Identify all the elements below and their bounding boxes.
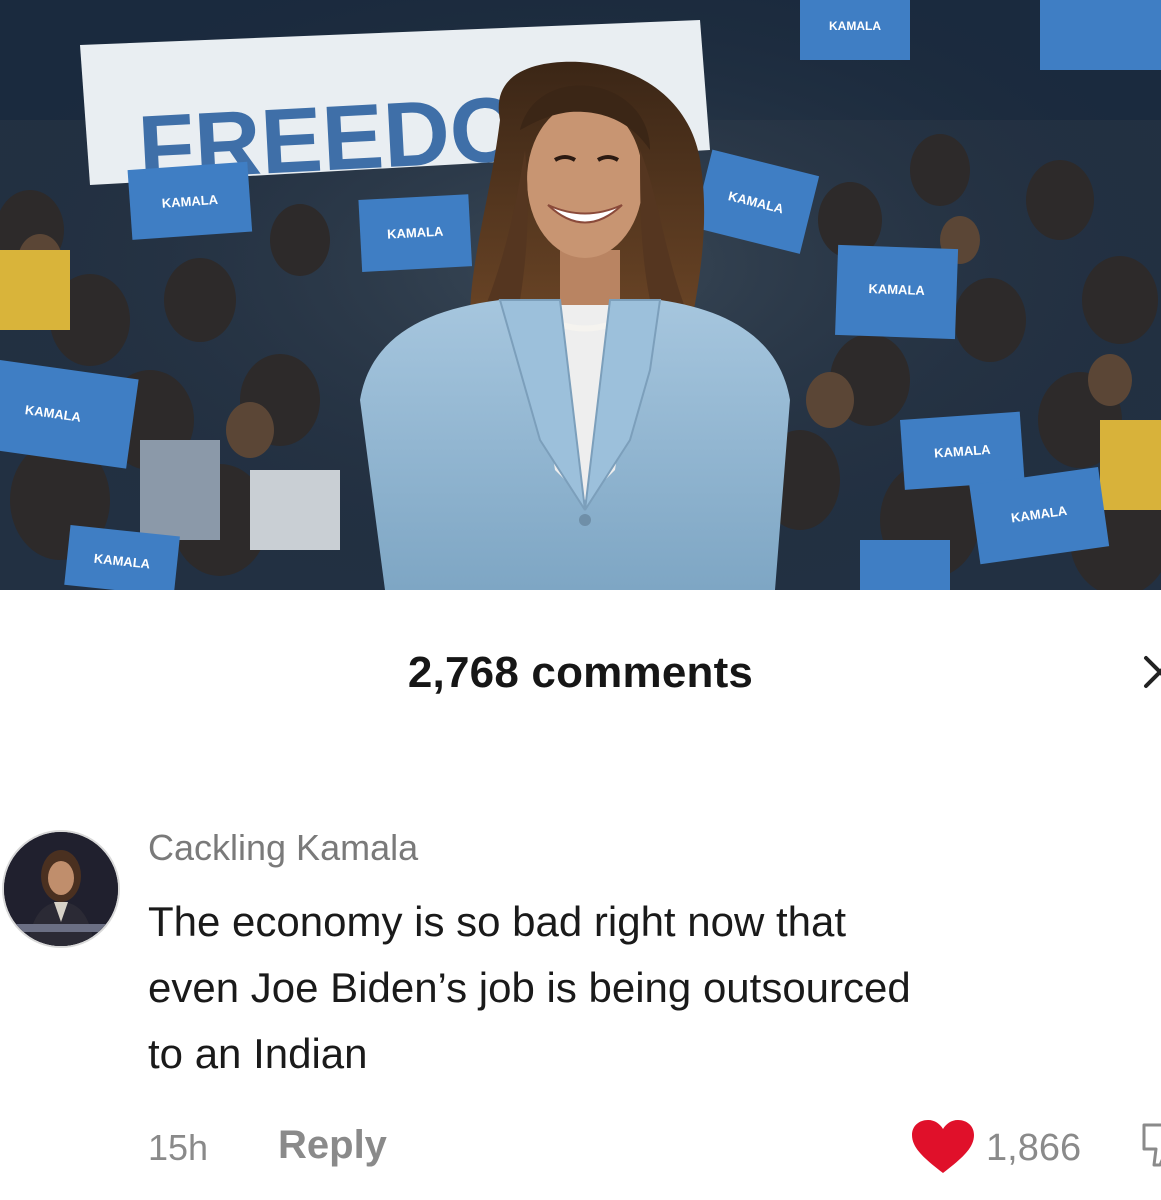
comment-item: Cackling Kamala The economy is so bad ri…: [0, 815, 1161, 1195]
reply-button[interactable]: Reply: [278, 1123, 387, 1168]
comment-text: The economy is so bad right now that eve…: [148, 898, 911, 1077]
avatar[interactable]: [2, 830, 120, 948]
sign-text: KAMALA: [868, 281, 925, 298]
comment-timestamp: 15h: [148, 1127, 209, 1168]
like-count: 1,866: [986, 1127, 1082, 1169]
dislike-icon[interactable]: [1138, 1121, 1161, 1169]
rally-photo: FREEDOM KAMALA KAMALA KAMALA KAMALA KAMA…: [0, 0, 1161, 590]
comments-count: 2,768 comments: [407, 648, 754, 697]
sign-text: KAMALA: [829, 19, 881, 33]
comments-header: 2,768 comments: [0, 630, 1161, 710]
close-icon[interactable]: [1140, 652, 1161, 692]
comments-sheet: 2,768 comments Cackling Kamala The econo…: [0, 590, 1161, 1200]
heart-icon: [912, 1120, 974, 1173]
post-photo: FREEDOM KAMALA KAMALA KAMALA KAMALA KAMA…: [0, 0, 1161, 590]
comment-username[interactable]: Cackling Kamala: [148, 827, 418, 869]
screen: FREEDOM KAMALA KAMALA KAMALA KAMALA KAMA…: [0, 0, 1161, 1200]
sign-text: KAMALA: [387, 224, 445, 242]
comment-meta: 15h Reply 1,866: [148, 1115, 1161, 1175]
avatar-image: [4, 832, 118, 946]
